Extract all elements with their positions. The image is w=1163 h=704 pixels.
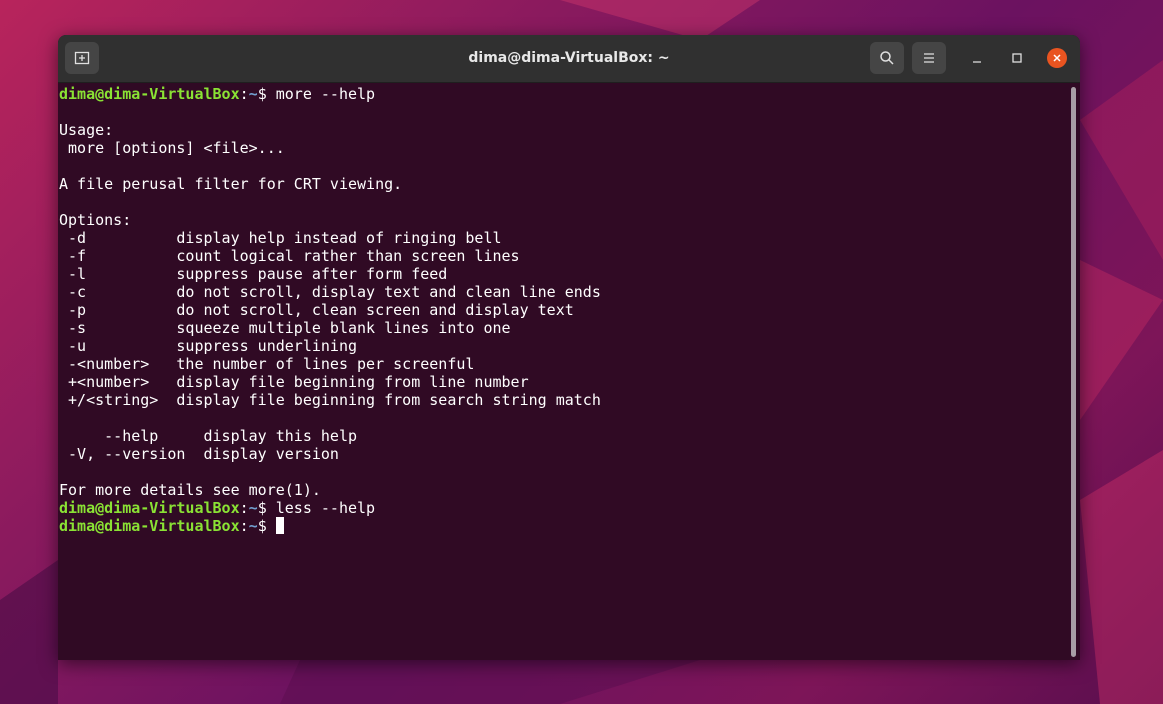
output-line: Options: xyxy=(59,211,132,229)
maximize-button[interactable] xyxy=(1006,47,1028,69)
output-line: --help display this help xyxy=(59,427,358,445)
minimize-button[interactable] xyxy=(966,47,988,69)
vertical-scrollbar[interactable] xyxy=(1071,87,1076,657)
minimize-icon xyxy=(973,61,981,63)
output-line: -s squeeze multiple blank lines into one xyxy=(59,319,511,337)
output-line: -f count logical rather than screen line… xyxy=(59,247,520,265)
close-button[interactable] xyxy=(1046,47,1068,69)
output-line: -l suppress pause after form feed xyxy=(59,265,448,283)
output-line: -p do not scroll, clean screen and displ… xyxy=(59,301,574,319)
prompt-user-host: dima@dima-VirtualBox xyxy=(59,85,240,103)
prompt-line: dima@dima-VirtualBox:~$ more --help xyxy=(59,85,376,103)
output-line: -V, --version display version xyxy=(59,445,339,463)
text-cursor xyxy=(275,517,284,534)
output-line: A file perusal filter for CRT viewing. xyxy=(59,175,403,193)
new-tab-button[interactable] xyxy=(65,42,99,74)
output-line: -c do not scroll, display text and clean… xyxy=(59,283,601,301)
prompt-path: ~ xyxy=(248,85,258,103)
new-tab-icon xyxy=(74,51,90,65)
search-button[interactable] xyxy=(870,42,904,74)
hamburger-menu-icon xyxy=(924,53,934,63)
prompt-user-host: dima@dima-VirtualBox xyxy=(59,517,240,535)
prompt-user-host: dima@dima-VirtualBox xyxy=(59,499,240,517)
close-icon xyxy=(1047,48,1067,68)
search-icon xyxy=(880,51,894,65)
output-line: +/<string> display file beginning from s… xyxy=(59,391,601,409)
output-line: -d display help instead of ringing bell xyxy=(59,229,502,247)
command-text: more --help xyxy=(275,85,376,103)
output-line: more [options] <file>... xyxy=(59,139,285,157)
output-line: Usage: xyxy=(59,121,114,139)
maximize-icon xyxy=(1012,53,1022,63)
prompt-path: ~ xyxy=(248,499,258,517)
output-line: For more details see more(1). xyxy=(59,481,321,499)
terminal-output[interactable]: dima@dima-VirtualBox:~$ more --help Usag… xyxy=(58,83,1080,660)
output-line: +<number> display file beginning from li… xyxy=(59,373,529,391)
output-line: -<number> the number of lines per screen… xyxy=(59,355,475,373)
command-text: less --help xyxy=(275,499,376,517)
terminal-window: dima@dima-VirtualBox: ~ dima@dima-Virtua… xyxy=(58,35,1080,660)
menu-button[interactable] xyxy=(912,42,946,74)
title-bar: dima@dima-VirtualBox: ~ xyxy=(58,35,1080,83)
prompt-line-active[interactable]: dima@dima-VirtualBox:~$ xyxy=(59,517,1080,535)
output-line: -u suppress underlining xyxy=(59,337,358,355)
prompt-line: dima@dima-VirtualBox:~$ less --help xyxy=(59,499,376,517)
prompt-path: ~ xyxy=(248,517,258,535)
